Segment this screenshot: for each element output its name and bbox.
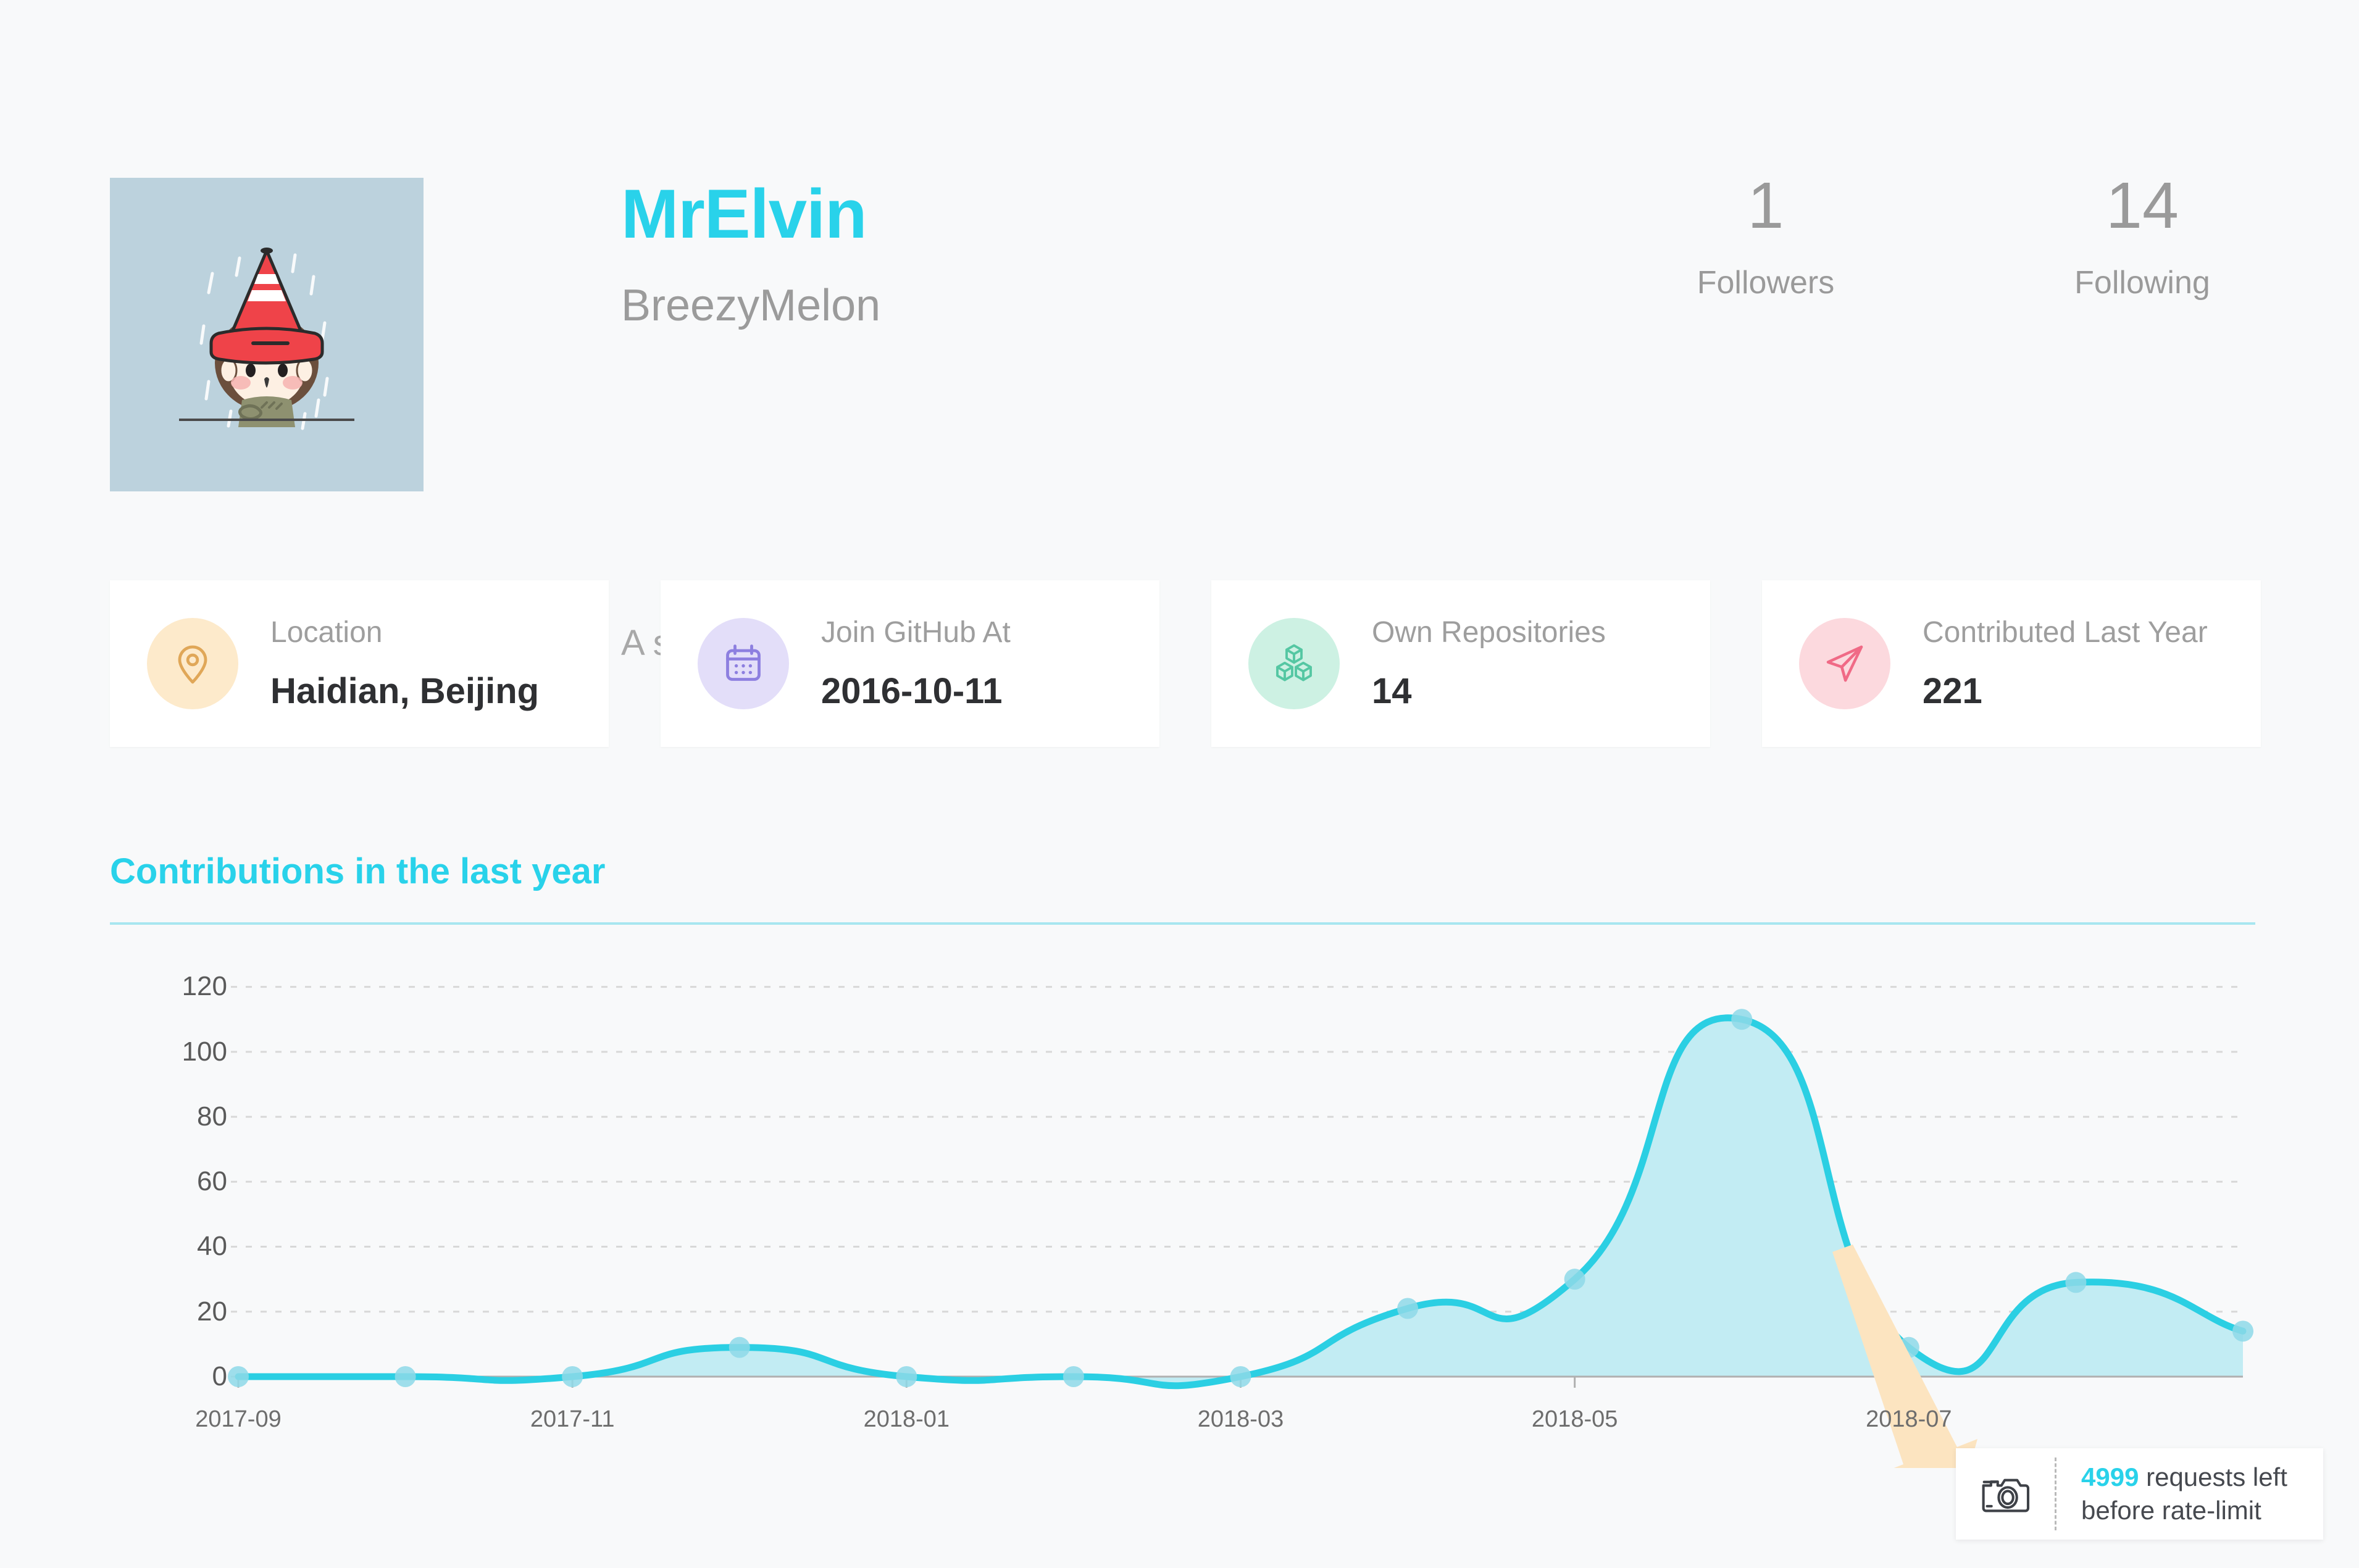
chart-title: Contributions in the last year — [110, 851, 606, 891]
x-axis-tick: 2017-11 — [530, 1406, 615, 1432]
rate-limit-text: 4999 requests left before rate-limit — [2081, 1461, 2287, 1527]
card-location-value: Haidian, Beijing — [270, 670, 540, 711]
nickname: BreezyMelon — [621, 280, 881, 330]
cubes-icon — [1276, 644, 1312, 682]
chart-canvas[interactable] — [110, 949, 2255, 1468]
contributions-chart-section: Contributions in the last year 0 20 40 60 80… — [110, 852, 2255, 1468]
x-axis-tick: 2018-01 — [863, 1406, 950, 1432]
x-axis-tick: 2018-07 — [1866, 1406, 1952, 1432]
calendar-icon — [726, 644, 761, 681]
rate-limit-count: 4999 — [2081, 1462, 2139, 1492]
card-contrib-value: 221 — [1923, 670, 1982, 711]
x-axis-tick: 2017-09 — [195, 1406, 282, 1432]
rate-limit-line2: before rate-limit — [2081, 1496, 2261, 1525]
followers-label: Followers — [1697, 265, 1835, 301]
stat-following[interactable]: 14 Following — [2068, 173, 2216, 301]
info-cards: Location Haidian, Beijing Join GitHub At… — [110, 580, 2261, 747]
avatar[interactable] — [110, 178, 424, 491]
y-axis-tick: 100 — [182, 1036, 227, 1067]
card-location[interactable]: Location Haidian, Beijing — [110, 580, 609, 747]
card-join-date[interactable]: Join GitHub At 2016-10-11 — [661, 580, 1159, 747]
card-location-title: Location — [270, 615, 383, 649]
card-contributions[interactable]: Contributed Last Year 221 — [1762, 580, 2261, 747]
chart-title-underline — [110, 922, 2255, 925]
card-contrib-title: Contributed Last Year — [1923, 615, 2208, 649]
y-axis-tick: 20 — [197, 1296, 227, 1327]
rate-limit-widget[interactable]: 4999 requests left before rate-limit — [1956, 1448, 2323, 1540]
followers-count: 1 — [1747, 169, 1784, 242]
location-pin-icon — [178, 645, 207, 684]
location-icon-badge — [147, 618, 238, 709]
rate-limit-rest: requests left — [2139, 1462, 2287, 1492]
following-count: 14 — [2106, 169, 2179, 242]
cubes-icon-badge — [1248, 618, 1340, 709]
social-stats: 1 Followers 14 Following — [1692, 173, 2216, 301]
paper-plane-icon-badge — [1799, 618, 1890, 709]
page-title[interactable]: MrElvin — [621, 178, 880, 251]
x-axis-tick: 2018-03 — [1197, 1406, 1284, 1432]
paper-plane-icon — [1826, 645, 1863, 682]
y-axis-tick: 80 — [197, 1101, 227, 1132]
profile-page: MrElvin BreezyMelon A student in BUPT. L… — [0, 0, 2359, 1568]
card-repos-title: Own Repositories — [1372, 615, 1606, 649]
contributions-chart[interactable]: 0 20 40 60 80 100 120 2017-09 2017-11 2018-01 201… — [110, 949, 2255, 1468]
widget-divider — [2055, 1457, 2056, 1530]
following-label: Following — [2074, 265, 2210, 301]
avatar-illustration — [110, 178, 424, 491]
camera-icon-wrap[interactable] — [1956, 1473, 2055, 1515]
y-axis-tick: 120 — [182, 971, 227, 1002]
identity-block: MrElvin BreezyMelon — [621, 178, 880, 330]
y-axis-tick: 0 — [212, 1361, 227, 1391]
card-repos-value: 14 — [1372, 670, 1412, 711]
x-axis-tick: 2018-05 — [1531, 1406, 1618, 1432]
y-axis-tick: 40 — [197, 1231, 227, 1262]
card-repositories[interactable]: Own Repositories 14 — [1211, 580, 1710, 747]
calendar-icon-badge — [698, 618, 789, 709]
card-join-value: 2016-10-11 — [821, 670, 1003, 711]
card-join-title: Join GitHub At — [821, 615, 1011, 649]
stat-followers[interactable]: 1 Followers — [1692, 173, 1840, 301]
camera-icon — [1982, 1478, 2030, 1512]
y-axis-tick: 60 — [197, 1166, 227, 1197]
